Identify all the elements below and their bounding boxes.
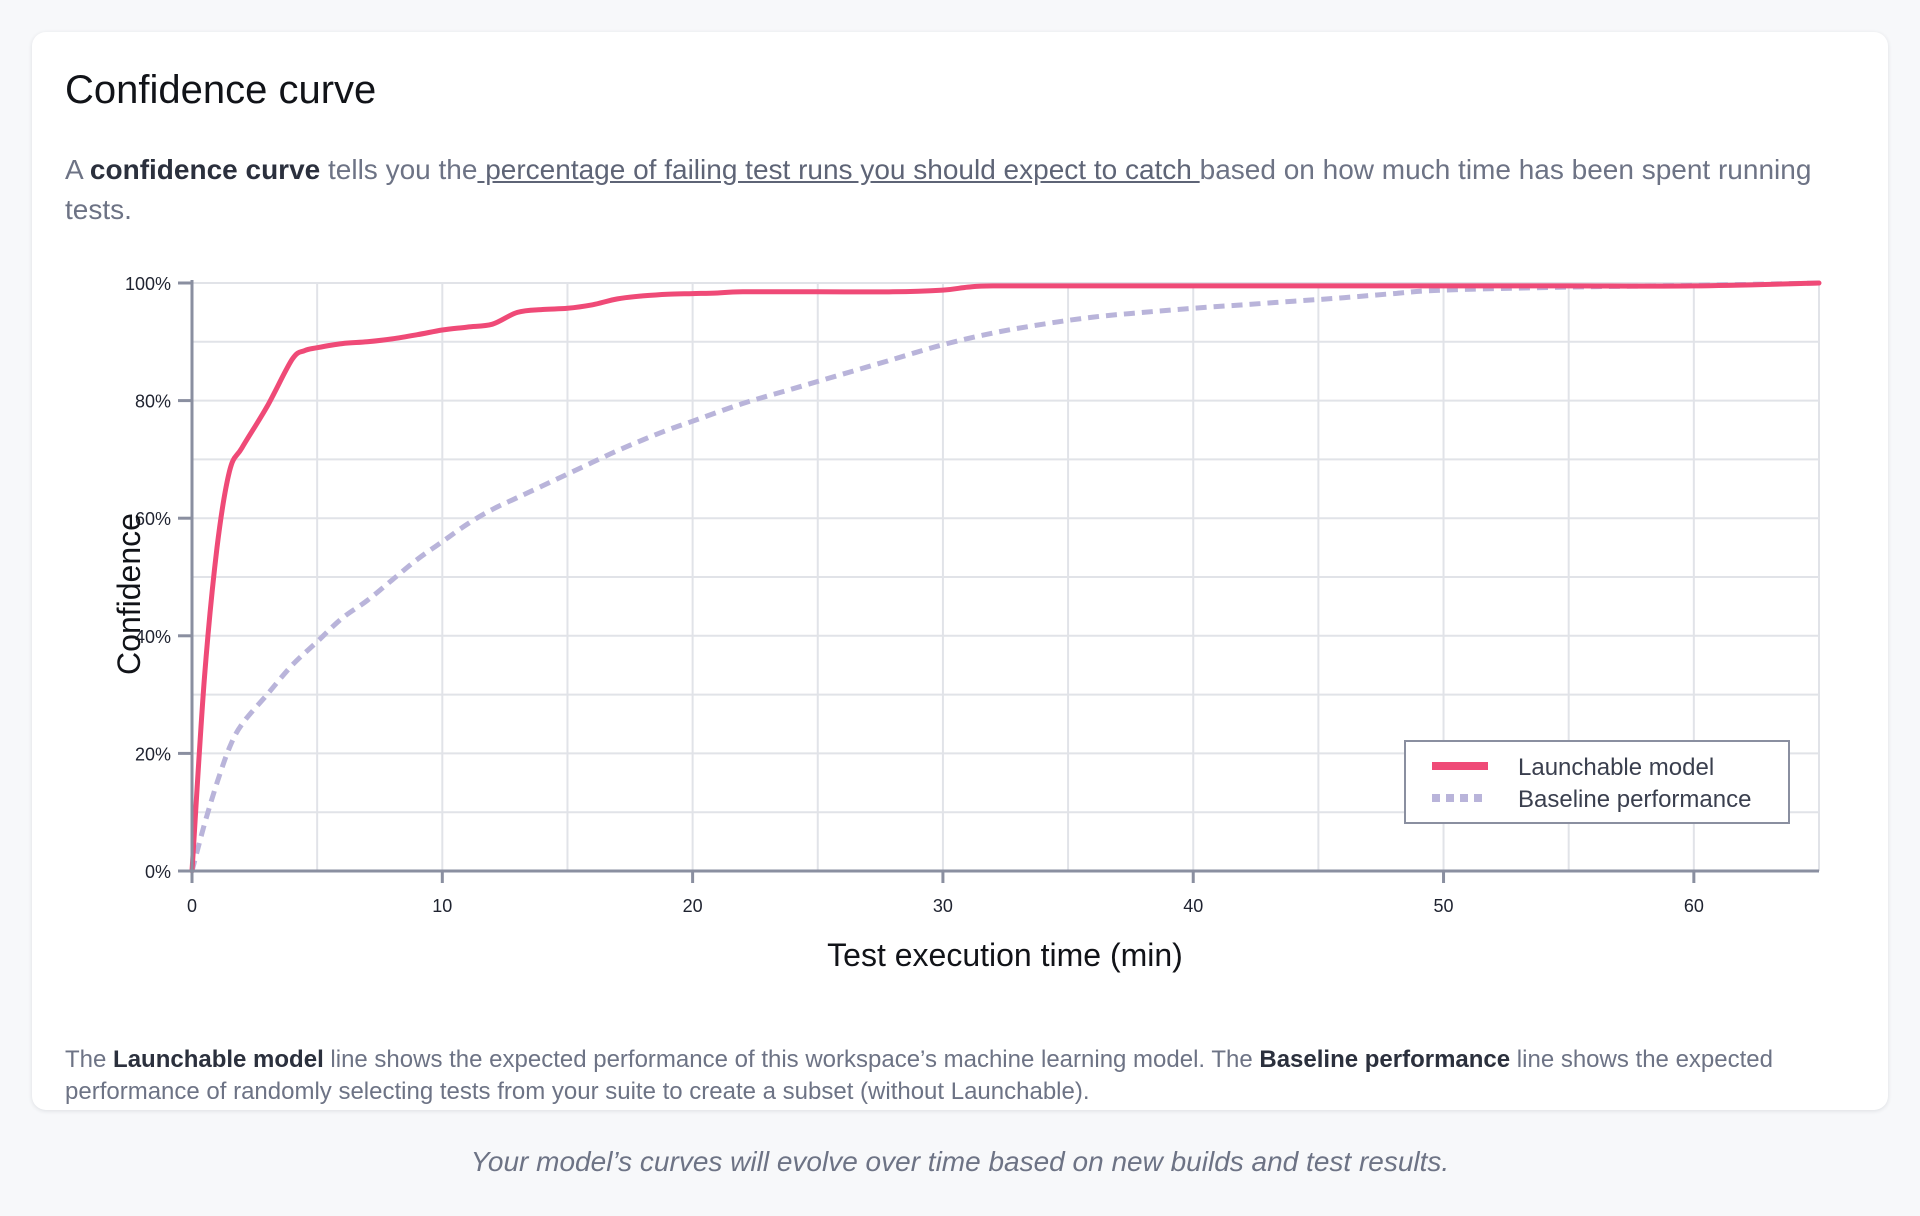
- y-tick-label: 80%: [135, 392, 171, 412]
- x-tick-label: 30: [933, 896, 953, 916]
- confidence-chart: 0%20%40%60%80%100%0 10 20 30 40 50 60 Test exe…: [111, 274, 1822, 973]
- x-tick-label: 60: [1684, 896, 1704, 916]
- confidence-curve-card: Confidence curve A confidence curve tell…: [32, 32, 1888, 1110]
- footnote-bold-launchable: Launchable model: [113, 1046, 324, 1073]
- chart-footnote: The Launchable model line shows the expe…: [65, 1044, 1855, 1108]
- legend-label-launchable: Launchable model: [1518, 754, 1714, 781]
- x-tick-label: 20: [683, 896, 703, 916]
- footnote-part-1: The: [65, 1046, 114, 1073]
- x-tick-label: 40: [1183, 896, 1203, 916]
- chart-legend: Launchable model Baseline performance: [1404, 740, 1790, 824]
- x-tick-label: 50: [1434, 896, 1454, 916]
- footnote-part-2: line shows the expected performance of t…: [323, 1046, 1260, 1073]
- footnote-bold-baseline: Baseline performance: [1259, 1046, 1511, 1073]
- x-axis-label: Test execution time (min): [827, 937, 1183, 973]
- y-tick-label: 0%: [145, 862, 171, 882]
- legend-label-baseline: Baseline performance: [1518, 786, 1751, 813]
- y-tick-label: 20%: [135, 744, 171, 764]
- x-tick-label: 0: [187, 896, 197, 916]
- x-tick-label: 10: [432, 896, 452, 916]
- y-tick-label: 100%: [125, 274, 171, 294]
- evolution-caption: Your model’s curves will evolve over tim…: [470, 1146, 1450, 1177]
- y-axis-label: Confidence: [111, 513, 147, 675]
